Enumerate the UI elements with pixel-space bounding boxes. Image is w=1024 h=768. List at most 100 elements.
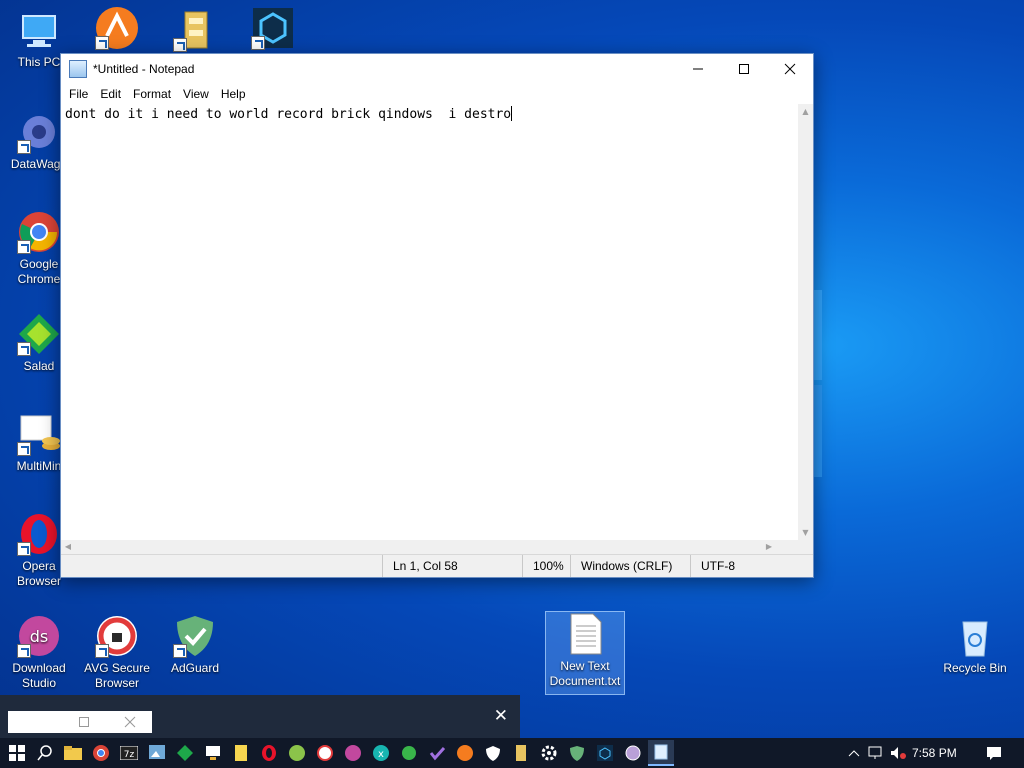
- opera-icon: [17, 512, 61, 556]
- maximize-button[interactable]: [721, 54, 767, 84]
- taskbar-download-studio[interactable]: [340, 740, 366, 766]
- svg-text:ds: ds: [30, 627, 49, 646]
- taskbar-app[interactable]: [284, 740, 310, 766]
- chevron-up-icon: [848, 750, 860, 757]
- maximize-icon: [739, 64, 749, 74]
- taskbar-thumbnail-panel: ✕: [0, 695, 520, 738]
- desktop-icon-label: AdGuard: [170, 661, 220, 675]
- volume-muted-icon: [891, 747, 906, 759]
- checkmark-app-icon: [429, 746, 445, 761]
- start-button[interactable]: [4, 740, 30, 766]
- desktop-icon-app[interactable]: [78, 6, 156, 53]
- shortcut-arrow-icon: [17, 140, 31, 154]
- taskbar-settings[interactable]: [536, 740, 562, 766]
- menu-edit[interactable]: Edit: [94, 87, 127, 101]
- desktop-icon-new-text-document[interactable]: New Text Document.txt: [545, 611, 625, 695]
- menu-file[interactable]: File: [63, 87, 94, 101]
- taskbar-app[interactable]: [452, 740, 478, 766]
- gear-icon: [541, 745, 557, 761]
- network-icon: [868, 746, 882, 759]
- notepad-app-icon: [654, 744, 668, 760]
- desktop-icon-adguard[interactable]: AdGuard: [156, 614, 234, 676]
- menu-format[interactable]: Format: [127, 87, 177, 101]
- taskbar-app[interactable]: [508, 740, 534, 766]
- taskbar-clock[interactable]: 7:58 PM: [912, 738, 957, 768]
- desktop-icon-label: Download Studio: [12, 661, 66, 690]
- close-icon[interactable]: [124, 716, 136, 728]
- taskbar-app[interactable]: [396, 740, 422, 766]
- action-center-button[interactable]: [981, 740, 1007, 766]
- shortcut-arrow-icon: [17, 342, 31, 356]
- scroll-right-icon[interactable]: ▶: [762, 540, 776, 554]
- taskbar-avg-browser[interactable]: [312, 740, 338, 766]
- orange-app-icon: [95, 6, 139, 50]
- search-button[interactable]: [32, 740, 58, 766]
- taskbar-app[interactable]: [172, 740, 198, 766]
- download-studio-icon: [345, 745, 361, 761]
- text-file-icon: [563, 612, 607, 656]
- adguard-shield-icon: [173, 614, 217, 658]
- shortcut-arrow-icon: [17, 442, 31, 456]
- scroll-up-icon[interactable]: ▲: [798, 104, 813, 119]
- taskbar-app[interactable]: [592, 740, 618, 766]
- close-icon: [784, 63, 796, 75]
- volume-button[interactable]: [885, 740, 911, 766]
- taskbar: 7z x 7:58 PM: [0, 738, 1024, 768]
- taskbar-app[interactable]: [228, 740, 254, 766]
- window-title: *Untitled - Notepad: [93, 62, 195, 76]
- horizontal-scrollbar[interactable]: ◀ ▶: [61, 540, 798, 554]
- restore-icon[interactable]: [78, 716, 90, 728]
- menu-help[interactable]: Help: [215, 87, 252, 101]
- shortcut-arrow-icon: [95, 36, 109, 50]
- vertical-scrollbar[interactable]: ▲ ▼: [798, 104, 813, 540]
- svg-text:7z: 7z: [124, 750, 135, 760]
- menu-view[interactable]: View: [177, 87, 215, 101]
- status-encoding: UTF-8: [690, 555, 812, 577]
- minimize-button[interactable]: [675, 54, 721, 84]
- opera-icon: [262, 745, 276, 761]
- 7zip-icon: 7z: [120, 746, 138, 760]
- desktop-icon-label: Recycle Bin: [943, 661, 1007, 675]
- orange-app-icon: [457, 745, 473, 761]
- monitor-app-icon: [206, 746, 220, 760]
- taskbar-file-explorer[interactable]: [60, 740, 86, 766]
- taskbar-app[interactable]: x: [368, 740, 394, 766]
- close-panel-icon[interactable]: ✕: [494, 706, 508, 726]
- taskbar-app[interactable]: [200, 740, 226, 766]
- computer-icon: [17, 8, 61, 52]
- salad-icon: [17, 312, 61, 356]
- notes-app-icon: [235, 745, 247, 761]
- desktop-icon-app[interactable]: [156, 8, 234, 55]
- taskbar-chrome[interactable]: [88, 740, 114, 766]
- taskbar-app[interactable]: [480, 740, 506, 766]
- teal-app-icon: x: [373, 745, 389, 761]
- taskbar-7zip[interactable]: 7z: [116, 740, 142, 766]
- taskbar-app[interactable]: [620, 740, 646, 766]
- thumbnail-tab[interactable]: [8, 711, 152, 733]
- desktop-icon-label: AVG Secure Browser: [84, 661, 150, 690]
- desktop-icon-download-studio[interactable]: ds Download Studio: [0, 614, 78, 691]
- notification-icon: [987, 747, 1001, 760]
- shortcut-arrow-icon: [251, 36, 265, 50]
- desktop-icon-avg-secure-browser[interactable]: AVG Secure Browser: [78, 614, 156, 691]
- desktop-icon-app[interactable]: [234, 6, 312, 53]
- shortcut-arrow-icon: [173, 644, 187, 658]
- scroll-left-icon[interactable]: ◀: [61, 540, 75, 554]
- image-viewer-icon: [149, 745, 165, 759]
- taskbar-app[interactable]: [144, 740, 170, 766]
- taskbar-opera[interactable]: [256, 740, 282, 766]
- file-cabinet-icon: [516, 745, 526, 761]
- windows-logo-icon: [9, 745, 25, 761]
- notepad-window[interactable]: *Untitled - Notepad File Edit Format Vie…: [60, 53, 814, 578]
- taskbar-adguard[interactable]: [564, 740, 590, 766]
- close-button[interactable]: [767, 54, 813, 84]
- editor-text: dont do it i need to world record brick …: [65, 107, 512, 122]
- title-bar[interactable]: *Untitled - Notepad: [61, 54, 813, 84]
- text-editor[interactable]: dont do it i need to world record brick …: [61, 104, 798, 540]
- desktop-icon-recycle-bin[interactable]: Recycle Bin: [936, 614, 1014, 676]
- taskbar-app[interactable]: [424, 740, 450, 766]
- shortcut-arrow-icon: [17, 644, 31, 658]
- blue-cube-app-icon: [251, 6, 295, 50]
- taskbar-notepad[interactable]: [648, 740, 674, 766]
- scroll-down-icon[interactable]: ▼: [798, 525, 813, 540]
